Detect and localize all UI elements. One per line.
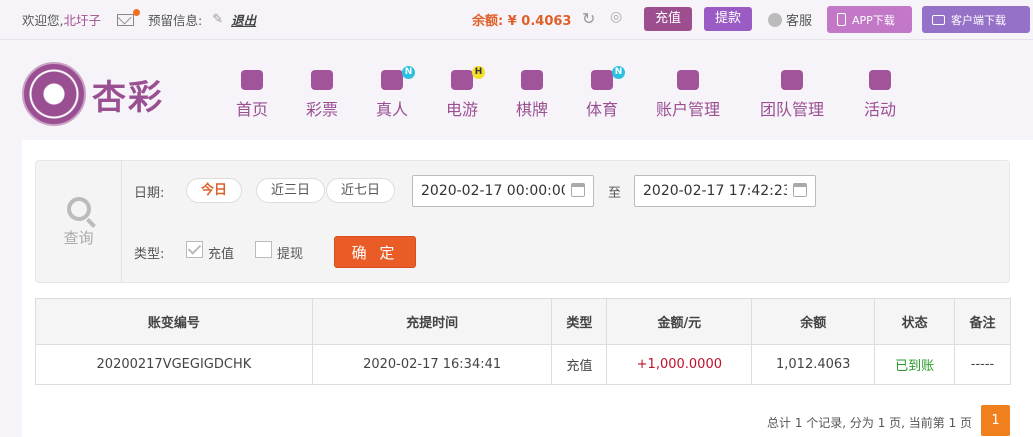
new-badge: N <box>402 66 415 79</box>
username[interactable]: 北圩子 <box>63 10 101 29</box>
nav-sports[interactable]: N 体育 <box>586 66 625 120</box>
monitor-icon <box>932 14 945 25</box>
column-header: 备注 <box>954 298 1011 345</box>
customer-service-link[interactable]: 客服 <box>768 10 812 29</box>
nav-home[interactable]: 首页 <box>236 70 268 120</box>
nav-label: 账户管理 <box>656 100 721 119</box>
record-amount: +1,000.0000 <box>606 344 753 385</box>
trophy-icon: N <box>591 66 625 90</box>
record-type: 充值 <box>551 344 608 385</box>
phone-icon <box>837 13 846 26</box>
dealer-icon: N <box>381 66 415 90</box>
record-balance: 1,012.4063 <box>751 344 876 385</box>
yen-coin-icon <box>677 70 699 90</box>
site-logo[interactable]: 杏彩 <box>22 62 164 126</box>
nav-slots[interactable]: H 电游 <box>446 66 485 120</box>
column-header: 金额/元 <box>606 298 753 345</box>
app-download-label: APP下载 <box>852 13 895 27</box>
query-label: 查询 <box>63 229 94 247</box>
user-info: 欢迎您, 北圩子 预留信息: ✎ 退出 <box>22 8 256 29</box>
nav-label: 首页 <box>236 100 269 119</box>
gift-icon <box>869 70 891 90</box>
search-icon <box>66 197 91 221</box>
end-date-input[interactable] <box>634 175 816 207</box>
table-row: 20200217VGEGIGDCHK 2020-02-17 16:34:41 充… <box>35 344 1011 385</box>
nav-team[interactable]: 团队管理 <box>760 70 824 120</box>
nav-label: 体育 <box>586 100 619 119</box>
hot-badge: H <box>472 66 485 79</box>
nav-label: 棋牌 <box>516 100 549 119</box>
client-download-button[interactable]: 客户端下载 <box>922 6 1030 33</box>
quick-date-today[interactable]: 今日 <box>186 178 243 203</box>
nav-cards[interactable]: 棋牌 <box>516 70 548 120</box>
filter-panel: 查询 日期: 今日 近三日 近七日 至 类型: 充值 提现 确 定 <box>35 160 1010 283</box>
logo-text: 杏彩 <box>92 77 164 118</box>
records-table: 账变编号 充提时间 类型 金额/元 余额 状态 备注 20200217VGEGI… <box>35 298 1011 385</box>
nav-label: 活动 <box>864 100 897 119</box>
withdraw-checkbox[interactable] <box>255 241 272 258</box>
quick-date-7days[interactable]: 近七日 <box>326 178 396 203</box>
column-header: 余额 <box>751 298 876 345</box>
nav-live[interactable]: N 真人 <box>376 66 415 120</box>
mail-icon[interactable] <box>117 8 140 26</box>
team-icon <box>781 70 803 90</box>
calendar-icon[interactable] <box>793 183 807 197</box>
withdraw-button[interactable]: 提款 <box>704 7 753 31</box>
quick-date-3days[interactable]: 近三日 <box>256 178 326 203</box>
query-side: 查询 <box>36 161 122 282</box>
nav-label: 真人 <box>376 100 409 119</box>
unread-dot-icon <box>133 8 140 16</box>
notice-label: 预留信息: <box>148 13 203 28</box>
nav-activity[interactable]: 活动 <box>864 70 896 120</box>
logout-link[interactable]: 退出 <box>231 10 256 29</box>
nav-lottery[interactable]: 彩票 <box>306 70 338 120</box>
nav-label: 电游 <box>446 100 479 119</box>
column-header: 充提时间 <box>311 298 553 345</box>
record-id: 20200217VGEGIGDCHK <box>35 344 313 385</box>
table-header-row: 账变编号 充提时间 类型 金额/元 余额 状态 备注 <box>35 298 1011 345</box>
page-button-current[interactable]: 1 <box>981 405 1010 436</box>
recharge-option-label: 充值 <box>208 247 235 262</box>
cards-icon <box>521 70 543 90</box>
record-note: ----- <box>954 344 1011 385</box>
service-label: 客服 <box>786 14 813 29</box>
hide-balance-icon[interactable]: ◎ <box>610 9 622 25</box>
record-time: 2020-02-17 16:34:41 <box>311 344 553 385</box>
logo-emblem-icon <box>22 62 86 126</box>
calendar-icon[interactable] <box>571 183 585 197</box>
app-download-button[interactable]: APP下载 <box>827 6 912 33</box>
main-content: 查询 日期: 今日 近三日 近七日 至 类型: 充值 提现 确 定 账变编号 充… <box>22 140 1033 437</box>
new-badge: N <box>612 66 625 79</box>
column-header: 账变编号 <box>35 298 313 345</box>
home-icon <box>241 70 263 90</box>
client-download-label: 客户端下载 <box>951 13 1006 27</box>
to-label: 至 <box>608 186 622 201</box>
date-label: 日期: <box>134 186 165 201</box>
welcome-text: 欢迎您, <box>22 13 64 28</box>
nav-account[interactable]: 账户管理 <box>656 70 720 120</box>
recharge-checkbox[interactable] <box>186 241 203 258</box>
nav-label: 团队管理 <box>760 100 825 119</box>
balance-text: 余额: ¥ 0.4063 <box>472 14 572 29</box>
pagination-summary: 总计 1 个记录, 分为 1 页, 当前第 1 页 <box>767 416 973 430</box>
record-status: 已到账 <box>874 344 956 385</box>
service-avatar-icon <box>768 12 782 27</box>
refresh-icon[interactable]: ↻ <box>582 9 595 28</box>
nav-label: 彩票 <box>306 100 339 119</box>
recharge-button[interactable]: 充值 <box>644 7 693 31</box>
top-bar: 欢迎您, 北圩子 预留信息: ✎ 退出 余额: ¥ 0.4063 ↻ ◎ 充值 … <box>0 0 1033 40</box>
confirm-button[interactable]: 确 定 <box>334 236 416 268</box>
edit-icon[interactable]: ✎ <box>212 12 223 27</box>
start-date-input[interactable] <box>412 175 594 207</box>
gamepad-icon: H <box>451 66 485 90</box>
withdraw-option-label: 提现 <box>277 247 304 262</box>
column-header: 状态 <box>874 298 956 345</box>
type-label: 类型: <box>134 247 165 262</box>
ticket-icon <box>311 70 333 90</box>
column-header: 类型 <box>551 298 608 345</box>
